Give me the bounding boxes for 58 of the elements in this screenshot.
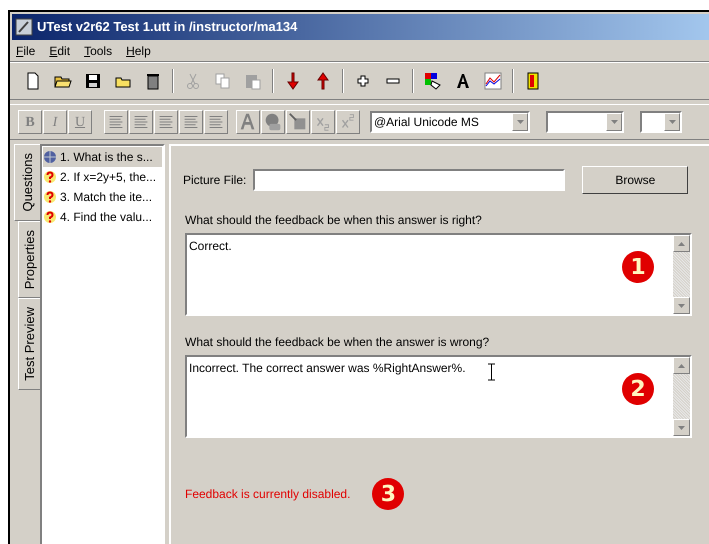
question-label: What should the feedback be when the answer is wrong? [185, 334, 490, 351]
callout-badge: 2 [622, 373, 654, 405]
question-mark-icon [43, 170, 57, 184]
font-combo[interactable] [640, 111, 682, 133]
feedback-text-area[interactable]: Incorrect. The correct answer was %RightAnswer%. 2 [185, 355, 692, 438]
paste-icon[interactable] [244, 72, 262, 90]
menu-item[interactable]: Tools [84, 42, 112, 60]
up-arrow-icon [678, 364, 685, 368]
scrollbar[interactable] [673, 235, 690, 314]
browse-button[interactable]: Browse [582, 166, 688, 194]
side-tab[interactable]: Properties [18, 220, 40, 298]
question-item[interactable]: 1. What is the s... [43, 147, 162, 167]
globe-icon [43, 150, 57, 164]
align-icon[interactable] [154, 110, 178, 134]
subscript-icon[interactable] [311, 110, 335, 134]
caret-icon [610, 120, 618, 124]
picture-file-field[interactable] [253, 169, 566, 191]
font-combo[interactable]: @Arial Unicode MS [370, 111, 530, 133]
align-icon[interactable] [179, 110, 203, 134]
side-tab[interactable]: Test Preview [18, 298, 40, 390]
up-arrow-icon[interactable] [314, 72, 332, 90]
document-icon [15, 18, 33, 36]
callout-badge: 3 [372, 478, 404, 510]
caret-icon [668, 120, 676, 124]
font-icon[interactable] [454, 72, 472, 90]
save-icon[interactable] [84, 72, 102, 90]
question-mark-icon [43, 190, 57, 204]
text-cursor-icon [487, 363, 496, 381]
feedback-text-area[interactable]: Correct. 1 [185, 233, 692, 316]
caret-icon [516, 120, 524, 124]
question-item[interactable]: 4. Find the valu... [43, 207, 162, 227]
copy-icon[interactable] [214, 72, 232, 90]
question-item[interactable]: 2. If x=2y+5, the... [43, 167, 162, 187]
side-tab[interactable]: Questions [14, 144, 40, 221]
align-icon[interactable] [204, 110, 228, 134]
question-label: What should the feedback be when this answer is right? [185, 212, 483, 229]
up-arrow-icon [678, 242, 685, 246]
align-icon[interactable] [129, 110, 153, 134]
question-mark-icon [43, 210, 57, 224]
font-combo[interactable] [546, 111, 624, 133]
window-title: UTest v2r62 Test 1.utt in /instructor/ma134 [37, 18, 298, 36]
callout-badge: 1 [622, 251, 654, 283]
down-arrow-icon [678, 426, 685, 430]
question-item[interactable]: 3. Match the ite... [43, 187, 162, 207]
chart-icon[interactable] [484, 72, 502, 90]
menu-item[interactable]: Edit [49, 42, 70, 60]
down-arrow-icon[interactable] [284, 72, 302, 90]
feedback-status-text: Feedback is currently disabled. [185, 486, 350, 503]
palette-icon[interactable] [424, 72, 442, 90]
fill-color-icon[interactable] [261, 110, 285, 134]
align-icon[interactable] [104, 110, 128, 134]
scrollbar[interactable] [673, 357, 690, 436]
menu-item[interactable]: File [16, 42, 36, 60]
menu-item[interactable]: Help [126, 42, 151, 60]
trash-icon[interactable] [144, 72, 162, 90]
down-arrow-icon [678, 304, 685, 308]
field-label: Picture File: [183, 172, 246, 189]
superscript-icon[interactable] [336, 110, 360, 134]
